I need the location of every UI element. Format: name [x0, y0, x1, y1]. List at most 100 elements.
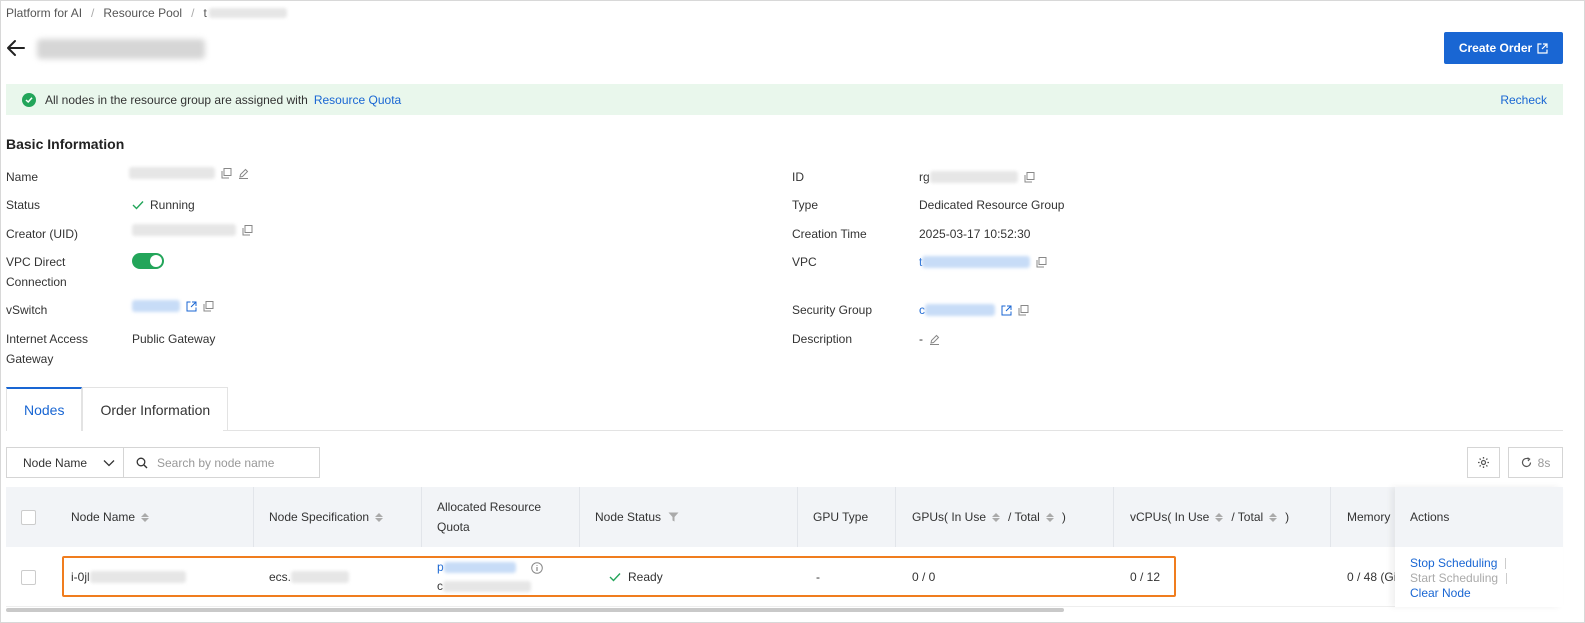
create-order-button[interactable]: Create Order: [1444, 32, 1563, 64]
column-divider: [579, 487, 580, 547]
th-gpus-label: GPUs( In Use: [912, 510, 987, 524]
column-divider: [797, 487, 798, 547]
sort-icon[interactable]: [992, 512, 1001, 522]
filter-field-select[interactable]: Node Name: [6, 447, 124, 478]
type-label: Type: [792, 198, 819, 212]
copy-icon[interactable]: [203, 300, 214, 312]
th-gpus[interactable]: GPUs( In Use / Total ): [898, 487, 1113, 547]
internet-gateway-value: Public Gateway: [132, 332, 216, 346]
table-header: Node Name Node Specification Allocated R…: [6, 487, 1563, 547]
quota-banner: All nodes in the resource group are assi…: [6, 84, 1563, 115]
th-memory[interactable]: Memory: [1333, 487, 1403, 547]
banner-message: All nodes in the resource group are assi…: [45, 92, 308, 107]
stop-scheduling-link[interactable]: Stop Scheduling: [1410, 556, 1563, 571]
column-divider: [1330, 487, 1331, 547]
vpc-value: t: [919, 252, 1047, 272]
th-vcpus[interactable]: vCPUs( In Use / Total ): [1116, 487, 1330, 547]
chevron-down-icon: [103, 459, 115, 466]
breadcrumb-platform[interactable]: Platform for AI: [6, 6, 82, 20]
vswitch-link-redacted[interactable]: [132, 300, 180, 312]
breadcrumb-separator: /: [91, 6, 95, 20]
column-divider: [1113, 487, 1114, 547]
edit-icon[interactable]: [929, 334, 940, 345]
th-allocated-quota: Allocated Resource Quota: [423, 487, 579, 547]
th-node-spec-label: Node Specification: [269, 510, 370, 524]
column-divider: [253, 487, 254, 547]
security-group-value: c: [919, 300, 1029, 320]
back-arrow-icon[interactable]: [5, 37, 27, 59]
vpc-direct-toggle[interactable]: [132, 253, 164, 269]
row-actions: Stop Scheduling Start Scheduling Clear N…: [1395, 547, 1563, 601]
detail-tabs: Nodes Order Information: [6, 387, 229, 431]
actions-column: Actions Stop Scheduling Start Scheduling…: [1395, 487, 1563, 607]
tab-order-information[interactable]: Order Information: [82, 387, 229, 431]
column-divider: [421, 487, 422, 547]
description-value: -: [919, 329, 940, 349]
sort-icon[interactable]: [1215, 512, 1224, 522]
status-label: Status: [6, 198, 41, 212]
horizontal-scrollbar[interactable]: [6, 608, 1064, 612]
settings-button[interactable]: [1467, 447, 1500, 478]
filter-icon[interactable]: [668, 512, 679, 522]
copy-icon[interactable]: [221, 167, 232, 179]
th-actions: Actions: [1395, 487, 1563, 547]
select-all-checkbox[interactable]: [21, 509, 36, 525]
edit-icon[interactable]: [238, 168, 249, 179]
row-highlight-box: [62, 556, 1176, 597]
gear-icon: [1478, 457, 1489, 468]
clear-node-link[interactable]: Clear Node: [1410, 586, 1563, 601]
redacted-text: [132, 224, 236, 236]
th-vcpus-end: ): [1285, 510, 1290, 524]
action-divider: [1505, 558, 1507, 569]
refresh-icon: [1521, 457, 1531, 468]
row-checkbox[interactable]: [21, 569, 36, 585]
sort-icon[interactable]: [1045, 512, 1054, 522]
check-circle-icon: [22, 92, 36, 107]
select-all-cell: [6, 487, 61, 547]
recheck-link[interactable]: Recheck: [1500, 93, 1547, 107]
vswitch-value: [132, 300, 214, 312]
breadcrumb-resource-pool[interactable]: Resource Pool: [103, 6, 182, 20]
copy-icon[interactable]: [242, 224, 253, 236]
th-node-spec[interactable]: Node Specification: [255, 487, 421, 547]
th-gpu-type-label: GPU Type: [813, 510, 869, 524]
creator-label: Creator (UID): [6, 227, 79, 241]
external-link-icon[interactable]: [186, 301, 197, 312]
create-order-label: Create Order: [1458, 41, 1533, 55]
external-link-icon[interactable]: [1001, 305, 1012, 316]
tabs-divider: [223, 430, 1563, 431]
page-title-redacted: [37, 39, 205, 59]
copy-icon[interactable]: [1036, 256, 1047, 268]
sort-icon[interactable]: [1269, 512, 1278, 522]
creation-time-value: 2025-03-17 10:52:30: [919, 227, 1031, 241]
th-memory-label: Memory: [1347, 510, 1391, 524]
external-link-icon: [1537, 42, 1548, 54]
row-memory: 0 / 48 (Gi: [1347, 570, 1397, 584]
page-frame: Platform for AI / Resource Pool / t Crea…: [0, 0, 1585, 623]
copy-icon[interactable]: [1018, 304, 1029, 316]
copy-icon[interactable]: [1024, 171, 1035, 183]
name-label: Name: [6, 170, 39, 184]
status-value: Running: [132, 195, 195, 215]
creator-value: [132, 224, 253, 236]
column-divider: [895, 487, 896, 547]
th-node-name[interactable]: Node Name: [57, 487, 253, 547]
sort-icon[interactable]: [375, 512, 384, 522]
sort-icon[interactable]: [141, 512, 150, 522]
creation-time-label: Creation Time: [792, 227, 867, 241]
th-node-status-label: Node Status: [595, 510, 662, 524]
tab-nodes[interactable]: Nodes: [6, 387, 83, 431]
th-vcpus-label: vCPUs( In Use: [1130, 510, 1210, 524]
th-node-status[interactable]: Node Status: [581, 487, 797, 547]
stop-scheduling-label: Stop Scheduling: [1410, 556, 1498, 570]
type-value: Dedicated Resource Group: [919, 198, 1065, 212]
refresh-button[interactable]: 8s: [1508, 447, 1563, 478]
resource-quota-link[interactable]: Resource Quota: [314, 93, 401, 107]
description-label: Description: [792, 332, 853, 346]
redacted-text: [925, 304, 995, 316]
refresh-countdown: 8s: [1537, 455, 1551, 470]
search-input[interactable]: Search by node name: [123, 447, 320, 478]
basic-info-title: Basic Information: [6, 136, 125, 152]
id-value: rg: [919, 167, 1035, 187]
name-value: [129, 167, 249, 179]
